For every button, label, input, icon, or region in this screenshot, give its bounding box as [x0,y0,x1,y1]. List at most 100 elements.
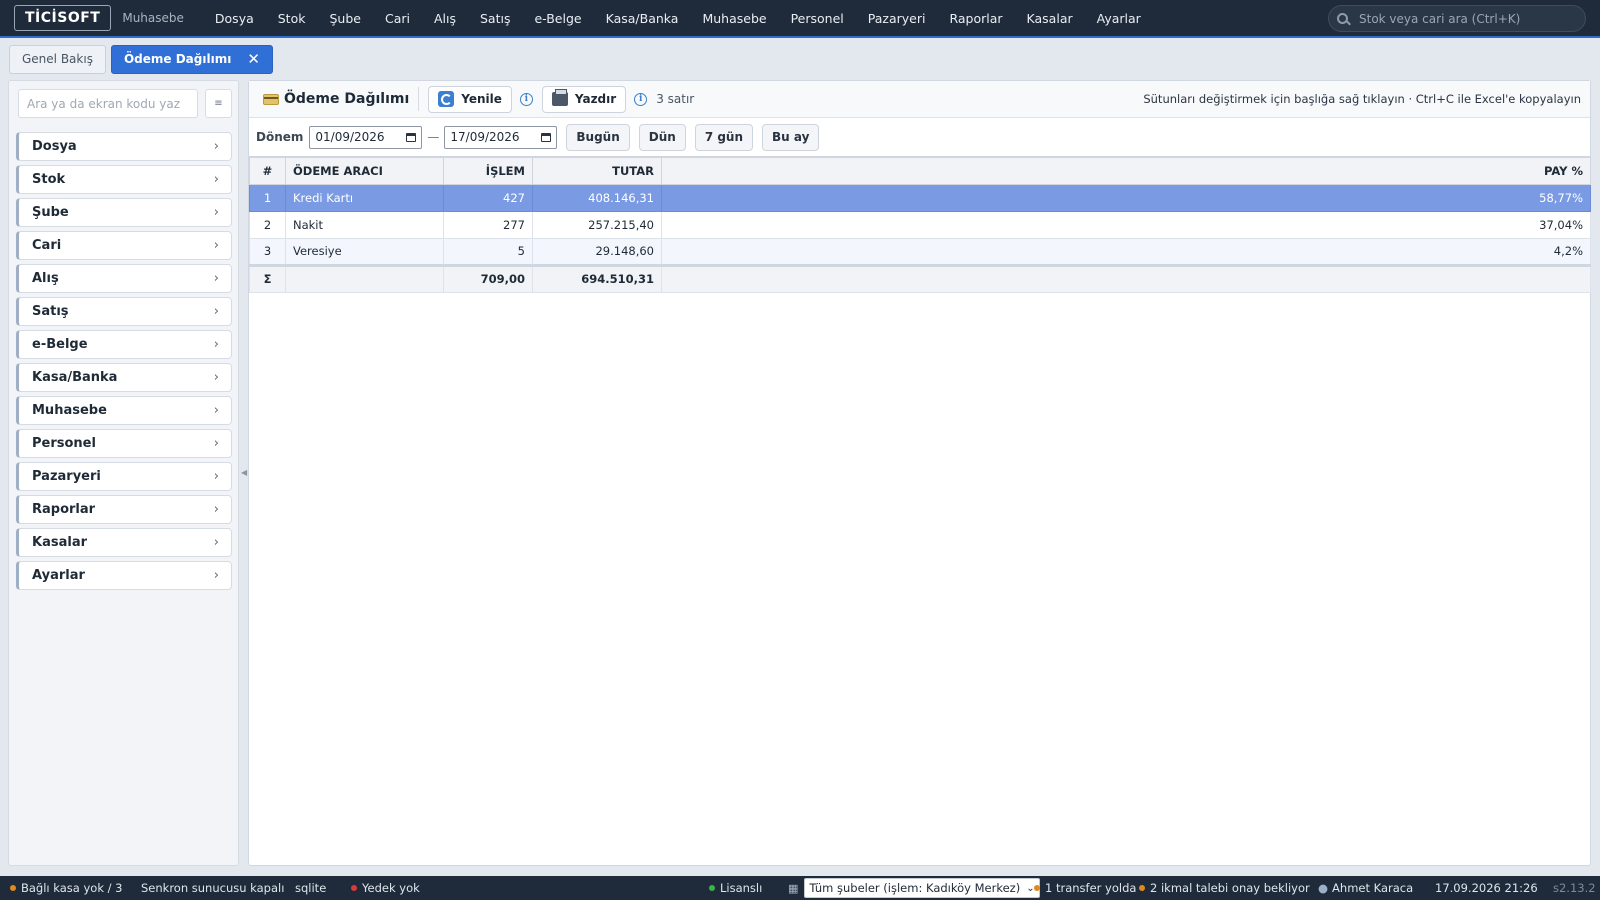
menu-ayarlar[interactable]: Ayarlar [1097,11,1141,26]
menu-kasalar[interactable]: Kasalar [1027,11,1073,26]
menu-satis[interactable]: Satış [480,11,510,26]
yesterday-button[interactable]: Dün [638,123,686,151]
menu-dosya[interactable]: Dosya [215,11,254,26]
menu-muhasebe[interactable]: Muhasebe [702,11,766,26]
today-button[interactable]: Bugün [566,123,630,151]
sidebar-item-e-belge[interactable]: e-Belge › [16,330,232,359]
sidebar-item-cari[interactable]: Cari › [16,231,232,260]
col-header-amount[interactable]: TUTAR [532,156,662,185]
top-menu: Dosya Stok Şube Cari Alış Satış e-Belge … [215,11,1165,26]
building-icon: ▦ [788,881,799,895]
cell-index: 3 [249,237,286,266]
menu-kasa-banka[interactable]: Kasa/Banka [606,11,679,26]
status-dot-icon [1139,885,1145,891]
row-count: 3 satır [656,92,695,106]
branch-select[interactable]: Tüm şubeler (işlem: Kadıköy Merkez) ⌄ [804,878,1040,898]
sidebar-item-muhasebe[interactable]: Muhasebe › [16,396,232,425]
cell-index: 2 [249,210,286,239]
status-datetime: 17.09.2026 21:26 [1435,881,1538,895]
sidebar-item-sube[interactable]: Şube › [16,198,232,227]
chevron-right-icon: › [213,436,219,451]
table-sum-row: Σ 709,00 694.510,31 [249,263,1591,293]
status-backup: Yedek yok [351,881,420,895]
status-db-text: sqlite [295,881,327,895]
date-to-input[interactable]: 17/09/2026 [444,125,558,149]
chevron-right-icon: › [213,205,219,220]
sidebar-item-personel[interactable]: Personel › [16,429,232,458]
this-month-button[interactable]: Bu ay [762,123,820,151]
refresh-label: Yenile [461,92,502,106]
sidebar-item-satis[interactable]: Satış › [16,297,232,326]
calendar-icon[interactable] [406,132,417,142]
user-icon: ● [1318,881,1329,895]
menu-raporlar[interactable]: Raporlar [949,11,1002,26]
status-user[interactable]: ● Ahmet Karaca [1318,881,1413,895]
sidebar-item-label: Dosya [32,139,77,154]
col-header-payment-method[interactable]: ÖDEME ARACI [285,156,444,185]
status-ikmal[interactable]: 2 ikmal talebi onay bekliyor [1139,881,1310,895]
grid-icon[interactable]: ≡ [205,89,232,118]
tab-odeme-dagilimi[interactable]: Ödeme Dağılımı ✕ [110,44,273,74]
sidebar-item-label: Şube [32,205,69,220]
cell-transactions: 277 [443,210,533,239]
table-row[interactable]: 1 Kredi Kartı 427 408.146,31 58,77% [249,183,1591,212]
sidebar-item-label: Personel [32,436,96,451]
col-header-transactions[interactable]: İŞLEM [443,156,533,185]
menu-stok[interactable]: Stok [278,11,306,26]
search-icon [1337,13,1348,24]
chevron-right-icon: › [213,139,219,154]
menu-sube[interactable]: Şube [329,11,360,26]
chevron-right-icon: › [213,535,219,550]
close-icon[interactable]: ✕ [247,50,260,68]
refresh-button[interactable]: Yenile [428,85,512,113]
report-panel: Ödeme Dağılımı Yenile i Yazdır i 3 satır… [248,80,1591,866]
info-icon[interactable]: i [519,92,533,106]
app-logo[interactable]: TİCİSOFT [14,5,112,31]
chevron-right-icon: › [213,337,219,352]
menu-alis[interactable]: Alış [434,11,456,26]
status-license: Lisanslı [709,881,762,895]
menu-e-belge[interactable]: e-Belge [534,11,581,26]
sidebar-item-kasalar[interactable]: Kasalar › [16,528,232,557]
sidebar-item-alis[interactable]: Alış › [16,264,232,293]
menu-personel[interactable]: Personel [791,11,844,26]
sidebar-item-raporlar[interactable]: Raporlar › [16,495,232,524]
date-from-value: 01/09/2026 [315,130,385,144]
chevron-right-icon: › [213,370,219,385]
tab-genel-bakis[interactable]: Genel Bakış [9,44,106,74]
date-from-input[interactable]: 01/09/2026 [309,125,423,149]
sum-transactions: 709,00 [443,263,533,293]
table-row[interactable]: 3 Veresiye 5 29.148,60 4,2% [249,237,1591,266]
status-sync: Senkron sunucusu kapalı [141,881,284,895]
calendar-icon[interactable] [541,132,552,142]
col-header-share[interactable]: PAY % [661,156,1591,185]
sidebar-item-label: Raporlar [32,502,96,517]
status-dot-icon [351,885,357,891]
col-header-index[interactable]: # [249,156,286,185]
chevron-right-icon: › [213,238,219,253]
print-button[interactable]: Yazdır [541,85,627,113]
sidebar-item-ayarlar[interactable]: Ayarlar › [16,561,232,590]
chevron-right-icon: › [213,304,219,319]
cell-transactions: 5 [443,237,533,266]
sidebar-item-kasa-banka[interactable]: Kasa/Banka › [16,363,232,392]
top-bar: TİCİSOFT Muhasebe Dosya Stok Şube Cari A… [0,0,1600,38]
menu-pazaryeri[interactable]: Pazaryeri [868,11,926,26]
info-icon[interactable]: i [634,92,648,106]
cell-payment-method: Kredi Kartı [285,183,444,212]
cell-payment-method: Nakit [285,210,444,239]
global-search-input[interactable]: Stok veya cari ara (Ctrl+K) [1328,5,1586,32]
sidebar-item-dosya[interactable]: Dosya › [16,132,232,161]
sidebar-collapse-icon[interactable]: ◀ [241,468,247,477]
last-7-days-button[interactable]: 7 gün [694,123,754,151]
sidebar-search-input[interactable]: Ara ya da ekran kodu yaz [18,89,198,118]
sidebar-item-stok[interactable]: Stok › [16,165,232,194]
status-kasa-text: Bağlı kasa yok / 3 [21,881,123,895]
status-transfer[interactable]: 1 transfer yolda [1034,881,1136,895]
date-to-value: 17/09/2026 [450,130,520,144]
chevron-right-icon: › [213,271,219,286]
table-row[interactable]: 2 Nakit 277 257.215,40 37,04% [249,210,1591,239]
tab-strip: Genel Bakış Ödeme Dağılımı ✕ [0,40,1600,78]
sidebar-item-pazaryeri[interactable]: Pazaryeri › [16,462,232,491]
menu-cari[interactable]: Cari [385,11,410,26]
